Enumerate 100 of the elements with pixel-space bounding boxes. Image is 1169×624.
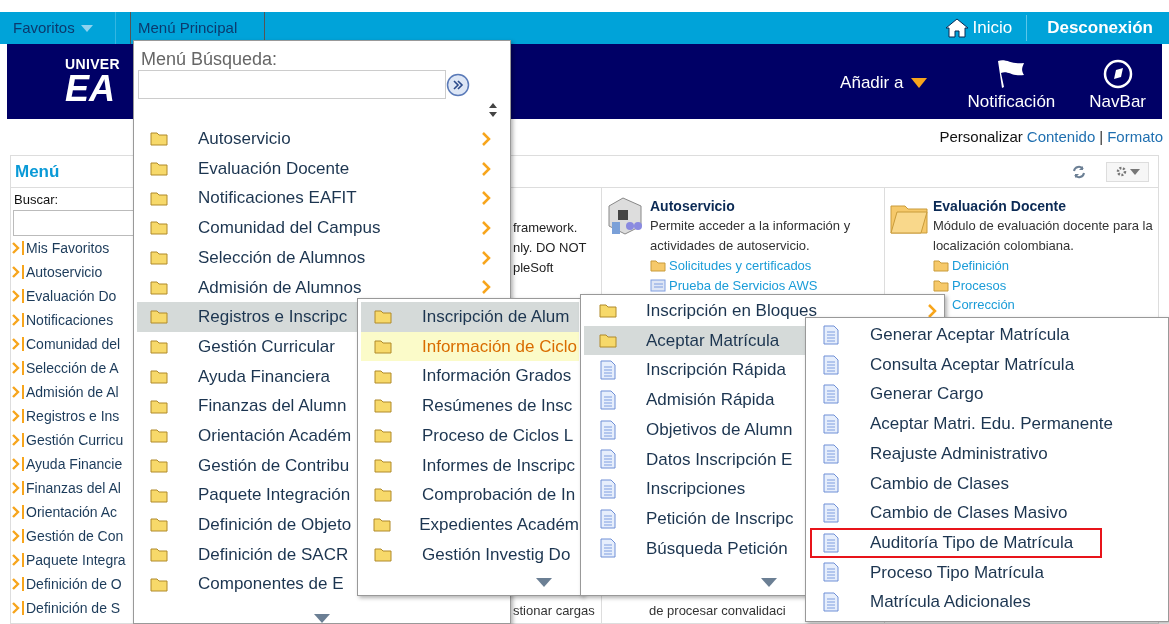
menu-link[interactable]: Ayuda Financie: [26, 453, 123, 475]
menu-item[interactable]: Comunidad del Campus: [137, 213, 507, 243]
scroll-down-arrow-icon[interactable]: [761, 578, 777, 587]
menu-item[interactable]: Cambio de Clases: [809, 468, 1165, 499]
scroll-down-arrow-icon[interactable]: [536, 578, 552, 587]
favorites-menu[interactable]: Favoritos: [13, 16, 115, 40]
notification-button[interactable]: Notificación: [967, 58, 1056, 115]
menu-item[interactable]: Evaluación Docente: [137, 153, 507, 184]
menu-link[interactable]: Notificaciones: [26, 309, 114, 331]
add-to-menu[interactable]: Añadir a: [840, 70, 928, 96]
menu-item[interactable]: Comprobación de In: [361, 480, 579, 510]
menu-item[interactable]: Auditoría Tipo de Matrícula: [810, 527, 1102, 558]
folder-icon: [150, 161, 168, 177]
folder-icon: [150, 517, 168, 533]
pod-title[interactable]: Autoservicio: [650, 196, 875, 216]
menu-link[interactable]: Selección de A: [26, 357, 119, 379]
menu-search-field[interactable]: [138, 70, 446, 99]
pod-text-line: de procesar convalidaci: [649, 601, 786, 620]
menu-item[interactable]: Matrícula Adicionales: [809, 587, 1165, 617]
home-icon: [944, 18, 969, 38]
chevron-right-icon: [12, 241, 22, 255]
chevron-right-icon: [12, 481, 22, 495]
folder-icon: [374, 398, 392, 414]
document-icon: [823, 413, 839, 434]
content-link[interactable]: Contenido: [1026, 125, 1096, 149]
menu-item[interactable]: Admisión de Alumnos: [137, 272, 507, 303]
document-icon: [823, 384, 839, 405]
menu-item[interactable]: Selección de Alumnos: [137, 242, 507, 273]
menu-link[interactable]: Mis Favoritos: [26, 237, 110, 259]
folder-icon: [374, 487, 392, 503]
chevron-right-icon: [12, 361, 22, 375]
menu-link[interactable]: Autoservicio: [26, 261, 103, 283]
menu-link[interactable]: Definición de O: [26, 573, 122, 595]
folder-icon: [933, 259, 949, 273]
folder-icon: [374, 546, 392, 562]
chevron-right-icon: [12, 265, 22, 279]
menu-item[interactable]: Inscripción de Alum: [361, 302, 579, 332]
pod-description: Módulo de evaluación docente para la localización colombiana.: [933, 217, 1154, 255]
menu-link[interactable]: Finanzas del Al: [26, 477, 121, 499]
folder-icon: [150, 131, 168, 147]
pod-text-line: stionar cargas: [513, 601, 595, 620]
menu-item[interactable]: Reajuste Administrativo: [809, 438, 1165, 469]
folder-icon: [650, 259, 666, 273]
folder-icon: [150, 279, 168, 295]
document-icon: [823, 592, 839, 613]
menu-item[interactable]: Información Grados: [361, 361, 579, 392]
search-go-icon[interactable]: [446, 73, 470, 97]
gear-icon: [1115, 166, 1127, 177]
layout-link[interactable]: Formato: [1107, 125, 1163, 149]
chevron-right-icon: [12, 601, 22, 615]
document-icon: [823, 473, 839, 494]
document-icon: [600, 419, 616, 440]
folder-icon: [373, 517, 392, 533]
menu-item[interactable]: Cambio de Clases Masivo: [809, 498, 1165, 528]
menu-item[interactable]: Componentes de E: [137, 569, 507, 599]
dropdown-caret-icon: [80, 24, 93, 32]
folder-icon: [599, 303, 617, 319]
folder-icon: [599, 333, 617, 349]
navbar-button[interactable]: NavBar: [1089, 58, 1146, 115]
menu-item[interactable]: Autoservicio: [137, 124, 507, 154]
document-icon: [823, 443, 839, 464]
pod-title[interactable]: Evaluación Docente: [933, 196, 1158, 216]
menu-item[interactable]: Expedientes Académ: [361, 509, 579, 540]
refresh-icon[interactable]: [1072, 164, 1086, 179]
menu-item[interactable]: Generar Cargo: [809, 379, 1165, 410]
menu-link[interactable]: Gestión de Con: [26, 525, 124, 547]
menu-link[interactable]: Definición de S: [26, 597, 121, 619]
menu-item[interactable]: Notificaciones EAFIT: [137, 183, 507, 214]
pod-text-line: nly. DO NOT: [513, 239, 588, 257]
chevron-right-icon: [12, 313, 22, 327]
menu-link[interactable]: Paquete Integra: [26, 549, 126, 571]
menu-link[interactable]: Admisión de Al: [26, 381, 119, 403]
folder-icon: [150, 487, 168, 503]
menu-link[interactable]: Gestión Curricu: [26, 429, 124, 451]
document-icon: [600, 449, 616, 470]
menu-link[interactable]: Registros e Ins: [26, 405, 120, 427]
menu-link[interactable]: Orientación Ac: [26, 501, 118, 523]
menu-item[interactable]: Resúmenes de Insc: [361, 391, 579, 421]
menu-item[interactable]: Aceptar Matri. Edu. Permanente: [809, 409, 1165, 439]
menu-item[interactable]: Informes de Inscripc: [361, 450, 579, 481]
folder-icon: [150, 457, 168, 473]
folder-icon: [374, 368, 392, 384]
document-icon: [823, 324, 839, 345]
folder-icon: [374, 309, 392, 325]
sort-icon[interactable]: [488, 103, 498, 117]
pod-description: Permite acceder a la información y actividades de autoservicio.: [650, 217, 852, 255]
scroll-down-arrow-icon[interactable]: [314, 614, 330, 623]
folder-icon: [150, 398, 168, 414]
menu-item[interactable]: Gestión Investig Do: [361, 539, 579, 570]
menu-item[interactable]: Proceso Tipo Matrícula: [809, 557, 1165, 588]
university-logo: UNIVER EA: [65, 56, 121, 107]
folder-icon: [150, 309, 168, 325]
document-icon: [823, 502, 839, 523]
chevron-right-icon: [12, 337, 22, 351]
menu-link[interactable]: Comunidad del: [26, 333, 121, 355]
settings-menu-button[interactable]: [1106, 161, 1149, 182]
menu-item[interactable]: Proceso de Ciclos L: [361, 420, 579, 451]
chevron-right-icon: [12, 409, 22, 423]
menu-link[interactable]: Evaluación Do: [26, 285, 117, 307]
menu-search-label: Menú Búsqueda:: [141, 49, 278, 69]
